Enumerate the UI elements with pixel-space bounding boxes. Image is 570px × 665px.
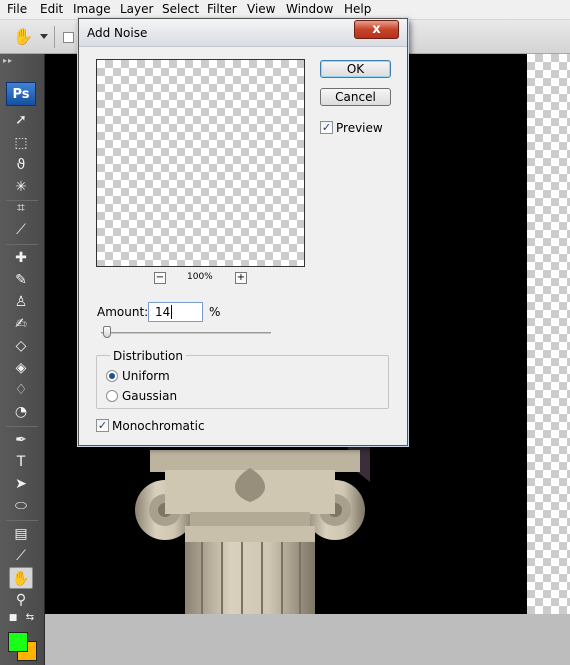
brush-tool-icon[interactable]: ✎ (9, 269, 33, 291)
crop-tool-icon[interactable]: ⌗ (9, 197, 33, 219)
gaussian-label: Gaussian (122, 389, 178, 403)
move-tool-icon[interactable]: ➚ (9, 109, 33, 131)
hand-tool-preset-icon[interactable]: ✋ (12, 26, 34, 48)
add-noise-dialog: Add Noise x − 100% + OK Cancel ✓ Preview… (78, 18, 408, 446)
monochromatic-checkbox[interactable]: ✓ (96, 419, 109, 432)
amount-value: 14 (155, 305, 171, 319)
amount-slider-track[interactable] (101, 332, 271, 334)
preview-checkbox[interactable]: ✓ (320, 121, 333, 134)
magic-wand-tool-icon[interactable]: ✳ (9, 176, 33, 198)
menu-select[interactable]: Select (162, 2, 199, 16)
pasteboard (45, 614, 570, 665)
amount-input[interactable]: 14 (148, 302, 203, 322)
tool-divider (6, 426, 38, 427)
menu-edit[interactable]: Edit (40, 2, 63, 16)
eyedropper-tool-icon[interactable]: ⟋ (9, 219, 33, 241)
dodge-tool-icon[interactable]: ◔ (9, 401, 33, 423)
amount-unit: % (209, 305, 221, 319)
zoom-level: 100% (187, 272, 213, 282)
menu-file[interactable]: File (7, 2, 27, 16)
panel-grip[interactable]: ▸▸ (3, 57, 41, 65)
shape-tool-icon[interactable]: ⬭ (9, 495, 33, 517)
uniform-label: Uniform (122, 369, 170, 383)
uniform-radio[interactable] (106, 370, 118, 382)
blur-tool-icon[interactable]: ♢ (9, 379, 33, 401)
foreground-color-swatch[interactable] (8, 632, 28, 652)
chevron-down-icon[interactable] (40, 34, 48, 39)
amount-label: Amount: (97, 305, 149, 319)
paint-bucket-tool-icon[interactable]: ◈ (9, 357, 33, 379)
transparent-area (527, 54, 570, 614)
menu-image[interactable]: Image (73, 2, 111, 16)
healing-brush-tool-icon[interactable]: ✚ (9, 247, 33, 269)
type-tool-icon[interactable]: T (9, 451, 33, 473)
default-colors-icon[interactable]: ■ (6, 612, 20, 624)
hand-tool-icon[interactable]: ✋ (9, 567, 33, 589)
eraser-tool-icon[interactable]: ◇ (9, 335, 33, 357)
menu-bar: File Edit Image Layer Select Filter View… (0, 0, 570, 20)
tool-divider (6, 520, 38, 521)
clone-stamp-tool-icon[interactable]: ♙ (9, 291, 33, 313)
lasso-tool-icon[interactable]: ϑ (9, 154, 33, 176)
tool-divider (6, 244, 38, 245)
menu-view[interactable]: View (247, 2, 275, 16)
gaussian-radio[interactable] (106, 390, 118, 402)
close-button[interactable]: x (354, 20, 399, 39)
cancel-button[interactable]: Cancel (320, 88, 391, 106)
zoom-out-button[interactable]: − (154, 272, 166, 284)
history-brush-tool-icon[interactable]: ✍ (9, 313, 33, 335)
zoom-in-button[interactable]: + (235, 272, 247, 284)
marquee-tool-icon[interactable]: ⬚ (9, 132, 33, 154)
photoshop-logo: Ps (6, 82, 36, 106)
zoom-tool-icon[interactable]: ⚲ (9, 589, 33, 611)
pen-tool-icon[interactable]: ✒ (9, 429, 33, 451)
ionic-column-image (135, 440, 370, 614)
filter-preview[interactable] (96, 59, 305, 267)
amount-slider-thumb[interactable] (103, 326, 111, 338)
menu-filter[interactable]: Filter (207, 2, 237, 16)
swap-colors-icon[interactable]: ⇆ (23, 612, 37, 624)
preview-label: Preview (336, 121, 383, 135)
dialog-titlebar[interactable]: Add Noise x (79, 19, 407, 47)
notes-tool-icon[interactable]: ▤ (9, 523, 33, 545)
ok-button[interactable]: OK (320, 60, 391, 78)
monochromatic-label: Monochromatic (112, 419, 205, 433)
menu-window[interactable]: Window (286, 2, 333, 16)
tools-panel: ▸▸ Ps ➚ ⬚ ϑ ✳ ⌗ ⟋ ✚ ✎ ♙ ✍ ◇ ◈ ♢ ◔ ✒ T ➤ … (0, 54, 45, 665)
eyedropper-tool-icon[interactable]: ⟋ (9, 545, 33, 567)
options-divider (54, 26, 55, 48)
dialog-title: Add Noise (87, 26, 148, 40)
distribution-label: Distribution (110, 349, 187, 363)
path-selection-tool-icon[interactable]: ➤ (9, 473, 33, 495)
menu-help[interactable]: Help (344, 2, 371, 16)
scroll-all-windows-checkbox[interactable] (63, 32, 74, 43)
menu-layer[interactable]: Layer (120, 2, 153, 16)
